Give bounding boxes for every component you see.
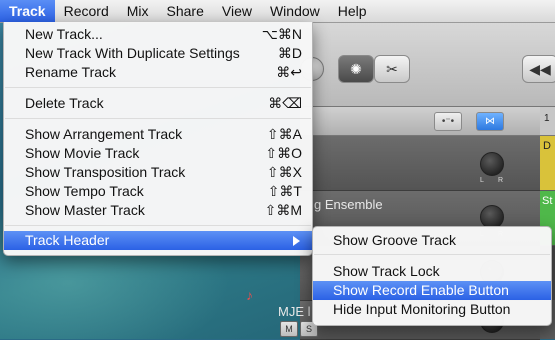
menu-record[interactable]: Record [55, 0, 118, 22]
submenu-item-label: Show Record Enable Button [333, 282, 509, 298]
track-name[interactable]: MJE l [278, 304, 311, 319]
pan-knob[interactable] [480, 152, 504, 176]
rewind-icon: ◀◀ [529, 60, 551, 77]
region-block[interactable]: D [540, 136, 555, 190]
track-menu: New Track... ⌥⌘N New Track With Duplicat… [3, 22, 313, 256]
submenu-item-show-track-lock[interactable]: Show Track Lock [313, 262, 551, 281]
menu-view[interactable]: View [213, 0, 261, 22]
flex-icon: ⋈ [485, 116, 495, 127]
menu-item-show-master-track[interactable]: Show Master Track ⇧⌘M [4, 201, 312, 220]
submenu-arrow-icon [293, 236, 300, 246]
menu-item-label: Delete Track [25, 95, 104, 111]
menu-separator [314, 254, 550, 255]
menu-item-label: New Track... [25, 26, 103, 42]
menu-track[interactable]: Track [0, 0, 55, 22]
menu-item-shortcut: ⌥⌘N [261, 26, 302, 42]
mute-button[interactable]: M [280, 321, 298, 337]
automation-button[interactable]: •⁻• [434, 112, 462, 131]
menu-mix[interactable]: Mix [118, 0, 158, 22]
metronome-button[interactable]: ✺ [338, 55, 374, 83]
menu-item-label: Show Arrangement Track [25, 126, 183, 142]
menu-item-show-tempo-track[interactable]: Show Tempo Track ⇧⌘T [4, 182, 312, 201]
track-row[interactable]: L R [300, 136, 540, 191]
submenu-item-label: Show Groove Track [333, 232, 456, 248]
menu-item-label: Show Master Track [25, 202, 145, 218]
menu-help[interactable]: Help [329, 0, 376, 22]
region-label: St [542, 195, 553, 207]
region-label: D [543, 140, 551, 152]
menu-item-label: Rename Track [25, 64, 117, 80]
menu-item-label: Show Movie Track [25, 145, 140, 161]
menu-item-shortcut: ⇧⌘X [266, 164, 302, 180]
tracks-header-bar: •⁻• ⋈ [300, 107, 555, 136]
metronome-icon: ✺ [350, 60, 362, 77]
menu-item-shortcut: ⇧⌘T [267, 183, 302, 199]
menu-item-shortcut: ⌘D [277, 45, 302, 61]
menu-item-show-transposition-track[interactable]: Show Transposition Track ⇧⌘X [4, 163, 312, 182]
track-name[interactable]: g Ensemble [314, 197, 383, 212]
timeline-ruler[interactable]: 1 [540, 107, 555, 135]
menu-separator [5, 87, 311, 88]
menu-item-shortcut: ⇧⌘A [266, 126, 302, 142]
menu-item-shortcut: ⇧⌘M [264, 202, 302, 218]
menu-item-label: New Track With Duplicate Settings [25, 45, 240, 61]
menu-share[interactable]: Share [158, 0, 213, 22]
control-bar: ✺ ✂ ◀◀ [300, 22, 555, 107]
pan-left-label: L [480, 177, 484, 184]
rewind-button[interactable]: ◀◀ [522, 55, 555, 83]
menu-item-label: Show Tempo Track [25, 183, 144, 199]
menu-item-show-arrangement-track[interactable]: Show Arrangement Track ⇧⌘A [4, 125, 312, 144]
submenu-item-label: Hide Input Monitoring Button [333, 301, 511, 317]
menu-item-shortcut: ⌘⌫ [268, 95, 302, 111]
menu-item-new-track[interactable]: New Track... ⌥⌘N [4, 25, 312, 44]
menu-item-label: Track Header [25, 232, 110, 248]
scissors-icon: ✂ [386, 60, 398, 77]
submenu-item-show-groove-track[interactable]: Show Groove Track [313, 231, 551, 250]
flex-button[interactable]: ⋈ [476, 112, 504, 131]
automation-icon: •⁻• [441, 116, 455, 127]
menu-item-delete-track[interactable]: Delete Track ⌘⌫ [4, 94, 312, 113]
submenu-item-label: Show Track Lock [333, 263, 440, 279]
menu-item-label: Show Transposition Track [25, 164, 186, 180]
menu-item-new-track-duplicate[interactable]: New Track With Duplicate Settings ⌘D [4, 44, 312, 63]
ruler-number: 1 [544, 113, 550, 124]
mute-label: M [285, 324, 293, 334]
menu-window[interactable]: Window [261, 0, 329, 22]
menu-item-shortcut: ⌘↩ [276, 64, 302, 80]
track-header-submenu: Show Groove Track Show Track Lock Show R… [312, 226, 552, 326]
menu-item-rename-track[interactable]: Rename Track ⌘↩ [4, 63, 312, 82]
menu-separator [5, 225, 311, 226]
menu-item-shortcut: ⇧⌘O [265, 145, 302, 161]
menu-separator [5, 118, 311, 119]
bass-icon: ♪ [246, 287, 253, 303]
menu-item-show-movie-track[interactable]: Show Movie Track ⇧⌘O [4, 144, 312, 163]
pan-right-label: R [498, 177, 504, 184]
submenu-item-hide-input-monitoring-button[interactable]: Hide Input Monitoring Button [313, 300, 551, 319]
menu-bar: Track Record Mix Share View Window Help [0, 0, 555, 23]
count-in-button[interactable]: ✂ [374, 55, 410, 83]
solo-label: S [305, 324, 312, 334]
menu-item-track-header[interactable]: Track Header [4, 231, 312, 250]
submenu-item-show-record-enable-button[interactable]: Show Record Enable Button [313, 281, 551, 300]
